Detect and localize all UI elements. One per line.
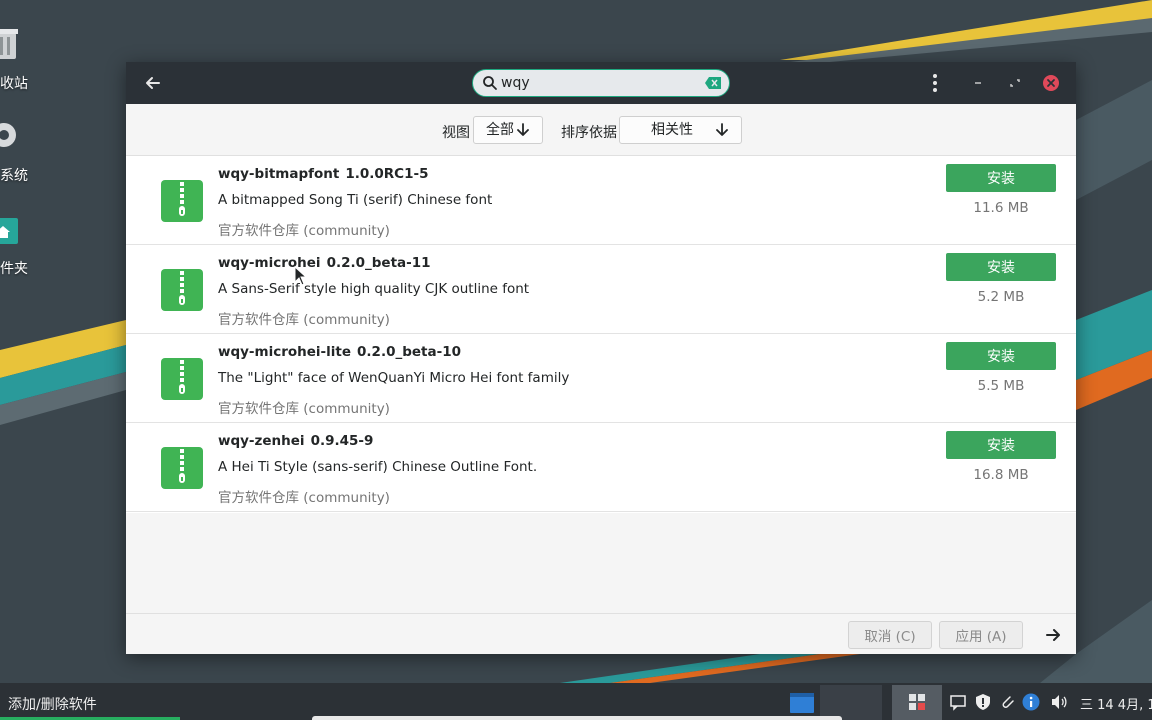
volume-icon[interactable] [1050, 693, 1068, 711]
package-row[interactable]: wqy-zenhei 0.9.45-9 A Hei Ti Style (sans-… [126, 423, 1076, 512]
shield-icon[interactable] [974, 693, 992, 711]
desktop-item-label: 件夹 [0, 261, 28, 277]
package-version: 1.0.0RC1-5 [345, 166, 429, 182]
taskbar: 添加/删除软件 三 14 4月, 1 [0, 683, 1152, 720]
package-row[interactable]: wqy-microhei 0.2.0_beta-11 A Sans-Serif s… [126, 245, 1076, 334]
desktop-item-home[interactable]: 件夹 [0, 210, 60, 290]
trash-icon [0, 29, 18, 59]
mouse-cursor-icon [294, 266, 308, 286]
package-name: wqy-microhei-lite [218, 344, 352, 360]
package-version: 0.2.0_beta-10 [357, 344, 461, 360]
package-archive-icon [161, 269, 203, 311]
cancel-button[interactable]: 取消 (C) [848, 621, 932, 649]
search-box[interactable] [472, 69, 730, 97]
view-dropdown-value: 全部 [486, 122, 514, 138]
system-icon [0, 123, 16, 147]
package-archive-icon [161, 358, 203, 400]
package-archive-icon [161, 447, 203, 489]
desktop-item-label: 收站 [0, 76, 28, 92]
sort-label: 排序依据 [561, 125, 617, 141]
window-titlebar [126, 62, 1076, 104]
arrow-right-icon [1046, 629, 1060, 641]
back-button[interactable] [140, 70, 166, 96]
package-repository: 官方软件仓库 (community) [218, 490, 390, 506]
package-size: 5.2 MB [977, 289, 1025, 305]
taskbar-active-task[interactable]: 添加/删除软件 [8, 694, 97, 714]
sort-dropdown-value: 相关性 [651, 122, 693, 138]
sort-dropdown[interactable]: 相关性 [619, 116, 742, 144]
hamburger-menu-icon[interactable] [926, 72, 944, 94]
arrow-down-icon [517, 123, 529, 136]
message-icon[interactable] [949, 693, 967, 711]
package-description: A Sans-Serif style high quality CJK outl… [218, 281, 530, 297]
package-title: wqy-microhei-lite 0.2.0_beta-10 [218, 344, 461, 360]
view-label: 视图 [442, 125, 470, 141]
filter-toolbar: 视图 全部 排序依据 相关性 [126, 104, 1076, 156]
desktop-item-system[interactable]: 系统 [0, 115, 60, 195]
package-name: wqy-zenhei [218, 433, 305, 449]
arrow-down-icon [716, 123, 728, 136]
package-description: The "Light" face of WenQuanYi Micro Hei … [218, 370, 570, 386]
package-version: 0.9.45-9 [310, 433, 374, 449]
taskbar-clock[interactable]: 三 14 4月, 1 [1080, 694, 1152, 713]
apply-button[interactable]: 应用 (A) [939, 621, 1023, 649]
close-button[interactable] [1043, 75, 1059, 91]
search-input[interactable] [501, 73, 697, 93]
bottom-action-bar: 取消 (C) 应用 (A) [126, 613, 1076, 654]
package-archive-icon [161, 180, 203, 222]
desktop-item-label: 系统 [0, 168, 28, 184]
package-title: wqy-microhei 0.2.0_beta-11 [218, 255, 431, 271]
desktop-item-trash[interactable]: 收站 [0, 22, 60, 102]
next-button[interactable] [1042, 622, 1064, 648]
home-folder-icon [0, 218, 18, 244]
package-name: wqy-bitmapfont [218, 166, 340, 182]
package-size: 5.5 MB [977, 378, 1025, 394]
workspace-2[interactable] [820, 685, 882, 720]
package-description: A Hei Ti Style (sans-serif) Chinese Outl… [218, 459, 538, 475]
package-title: wqy-bitmapfont 1.0.0RC1-5 [218, 166, 428, 182]
package-repository: 官方软件仓库 (community) [218, 223, 390, 239]
maximize-icon[interactable] [1005, 72, 1025, 94]
paperclip-icon[interactable] [998, 693, 1016, 711]
package-list: wqy-bitmapfont 1.0.0RC1-5 A bitmapped Son… [126, 156, 1076, 513]
view-dropdown[interactable]: 全部 [473, 116, 543, 144]
package-repository: 官方软件仓库 (community) [218, 401, 390, 417]
empty-list-area [126, 513, 1076, 613]
package-size: 11.6 MB [973, 200, 1029, 216]
install-button[interactable]: 安装 [946, 253, 1056, 281]
install-button[interactable]: 安装 [946, 342, 1056, 370]
screen-bottom-strip [312, 716, 842, 720]
clear-search-icon[interactable] [705, 77, 721, 89]
package-size: 16.8 MB [973, 467, 1029, 483]
search-icon [483, 76, 497, 90]
package-version: 0.2.0_beta-11 [326, 255, 431, 271]
close-icon [1047, 79, 1055, 87]
minimize-icon[interactable] [968, 72, 988, 94]
install-button[interactable]: 安装 [946, 431, 1056, 459]
package-repository: 官方软件仓库 (community) [218, 312, 390, 328]
package-title: wqy-zenhei 0.9.45-9 [218, 433, 373, 449]
info-icon[interactable] [1022, 693, 1040, 711]
package-row[interactable]: wqy-microhei-lite 0.2.0_beta-10 The "Ligh… [126, 334, 1076, 423]
arrow-left-icon [146, 77, 160, 89]
package-description: A bitmapped Song Ti (serif) Chinese font [218, 192, 493, 208]
application-launcher[interactable] [892, 685, 942, 720]
software-manager-window: 视图 全部 排序依据 相关性 wqy-bi [126, 62, 1076, 654]
workspace-1-icon[interactable] [784, 687, 820, 718]
app-menu-icon [909, 694, 925, 710]
package-row[interactable]: wqy-bitmapfont 1.0.0RC1-5 A bitmapped Son… [126, 156, 1076, 245]
install-button[interactable]: 安装 [946, 164, 1056, 192]
